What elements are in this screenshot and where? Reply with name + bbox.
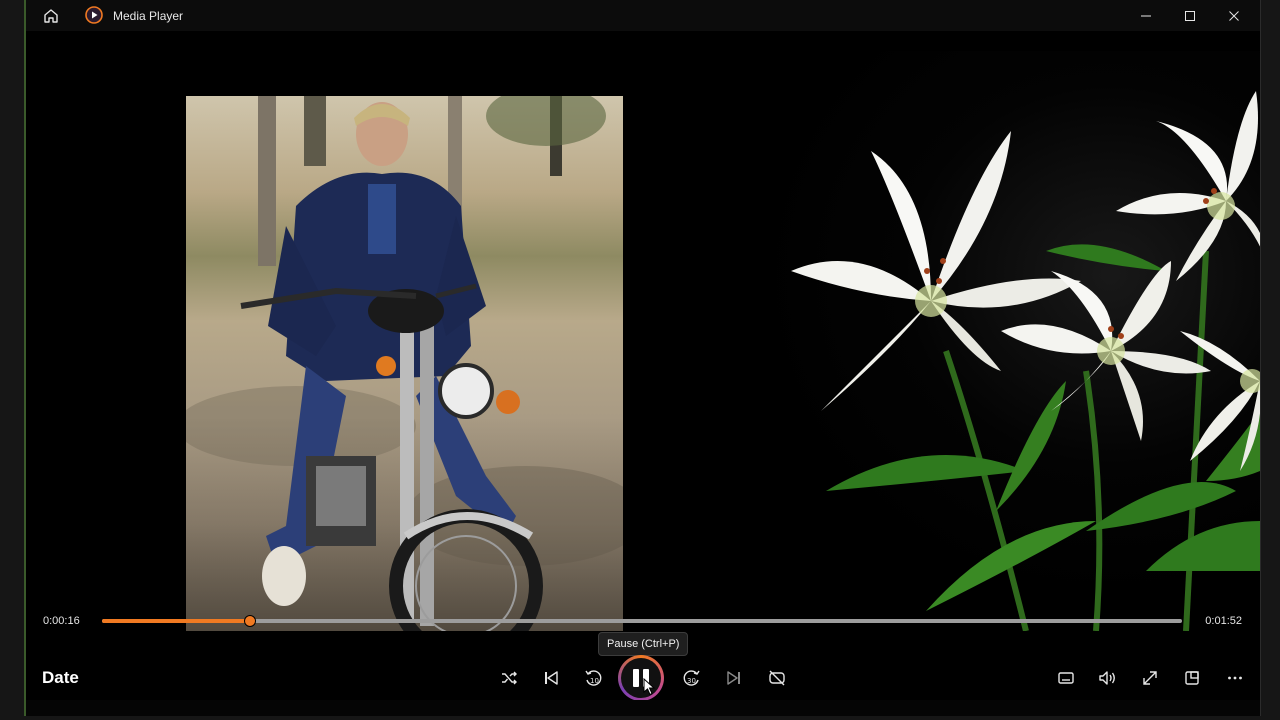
volume-icon [1099, 671, 1115, 685]
shuffle-icon [502, 671, 517, 685]
fullscreen-icon [1143, 671, 1157, 685]
now-playing-title: Date [42, 668, 79, 687]
current-time: 0:00:16 [43, 615, 80, 627]
maximize-icon [1185, 10, 1195, 21]
repeat-button[interactable] [762, 663, 792, 693]
skip-back-10-button[interactable]: 10 [578, 663, 608, 693]
media-player-window: Media Player 0:00:16 0:01:52 Pause (Ctrl… [24, 0, 1261, 716]
skip-forward-30-button[interactable]: 30 [677, 663, 707, 693]
mini-player-button[interactable] [1177, 663, 1207, 693]
next-button[interactable] [719, 663, 749, 693]
more-icon [1228, 676, 1242, 680]
minimize-button[interactable] [1124, 0, 1168, 31]
window-title: Media Player [113, 9, 184, 23]
mini-player-icon [1185, 671, 1199, 685]
close-button[interactable] [1212, 0, 1256, 31]
svg-text:10: 10 [590, 677, 599, 685]
seek-thumb[interactable] [243, 615, 256, 627]
home-icon[interactable] [42, 7, 60, 25]
fullscreen-button[interactable] [1135, 663, 1165, 693]
volume-button[interactable] [1093, 663, 1123, 693]
close-icon [1229, 10, 1239, 21]
forward-30-icon: 30 [683, 670, 700, 686]
maximize-button[interactable] [1168, 0, 1212, 31]
vintage-photo-man-on-motorcycle [186, 96, 623, 631]
white-lilies-image [791, 91, 1260, 631]
previous-icon [545, 671, 558, 685]
media-player-icon [85, 6, 103, 24]
rewind-10-icon: 10 [585, 670, 602, 686]
next-icon [727, 671, 740, 685]
seek-slider[interactable] [102, 615, 1182, 627]
minimize-icon [1141, 15, 1151, 16]
play-pause-button[interactable] [618, 655, 664, 701]
controls-bar: Date 10 30 [26, 655, 1260, 701]
captions-button[interactable] [1051, 663, 1081, 693]
shuffle-button[interactable] [494, 663, 524, 693]
svg-text:30: 30 [687, 677, 696, 685]
mouse-cursor-icon [643, 678, 656, 696]
total-time: 0:01:52 [1205, 615, 1242, 627]
repeat-off-icon [769, 670, 785, 686]
video-frame[interactable] [26, 31, 1260, 631]
title-bar: Media Player [26, 0, 1260, 31]
seek-progress-fill [102, 619, 250, 623]
pause-tooltip: Pause (Ctrl+P) [598, 632, 689, 656]
more-options-button[interactable] [1220, 663, 1250, 693]
previous-button[interactable] [536, 663, 566, 693]
captions-icon [1058, 672, 1074, 684]
window-bottom-edge [26, 700, 1260, 716]
